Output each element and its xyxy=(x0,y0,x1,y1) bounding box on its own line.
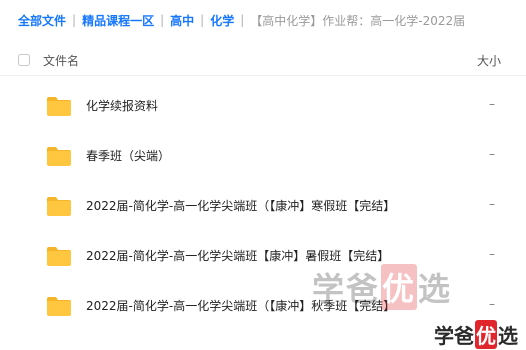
breadcrumb-separator: | xyxy=(160,13,165,27)
file-size: – xyxy=(489,247,495,261)
file-browser: 全部文件 | 精品课程一区 | 高中 | 化学 | 【高中化学】作业帮：高一化学… xyxy=(0,0,526,350)
folder-icon xyxy=(47,247,71,266)
folder-icon xyxy=(47,97,71,116)
breadcrumb-separator: | xyxy=(240,13,245,27)
column-header-size[interactable]: 大小 xyxy=(477,52,501,69)
file-size: – xyxy=(489,147,495,161)
breadcrumb-all-files[interactable]: 全部文件 xyxy=(18,12,66,29)
file-row[interactable]: 化学续报资料 – xyxy=(0,81,526,131)
breadcrumb-current-folder: 【高中化学】作业帮：高一化学-2022届 xyxy=(250,13,466,28)
breadcrumb: 全部文件 | 精品课程一区 | 高中 | 化学 | 【高中化学】作业帮：高一化学… xyxy=(18,10,518,30)
file-name[interactable]: 2022届-简化学-高一化学尖端班（【康冲】秋季班【完结】 xyxy=(86,297,395,314)
select-all-checkbox[interactable] xyxy=(18,54,30,66)
file-name[interactable]: 春季班（尖端） xyxy=(86,147,170,164)
column-header-name[interactable]: 文件名 xyxy=(43,52,79,69)
file-size: – xyxy=(489,97,495,111)
file-row[interactable]: 春季班（尖端） – xyxy=(0,131,526,181)
file-size: – xyxy=(489,297,495,311)
breadcrumb-chemistry[interactable]: 化学 xyxy=(210,12,234,29)
file-list-header: 文件名 大小 xyxy=(0,47,526,76)
breadcrumb-separator: | xyxy=(72,13,77,27)
file-row[interactable]: 2022届-简化学-高一化学尖端班（【康冲】秋季班【完结】 – xyxy=(0,281,526,331)
breadcrumb-premium-courses[interactable]: 精品课程一区 xyxy=(82,12,154,29)
breadcrumb-separator: | xyxy=(200,13,205,27)
file-name[interactable]: 2022届-简化学-高一化学尖端班（【康冲】寒假班【完结】 xyxy=(86,197,395,214)
file-size: – xyxy=(489,197,495,211)
file-name[interactable]: 化学续报资料 xyxy=(86,97,158,114)
file-name[interactable]: 2022届-简化学-高一化学尖端班【康冲】暑假班【完结】 xyxy=(86,247,389,264)
folder-icon xyxy=(47,197,71,216)
breadcrumb-high-school[interactable]: 高中 xyxy=(170,12,194,29)
folder-icon xyxy=(47,147,71,166)
file-row[interactable]: 2022届-简化学-高一化学尖端班【康冲】暑假班【完结】 – xyxy=(0,231,526,281)
folder-icon xyxy=(47,297,71,316)
file-row[interactable]: 2022届-简化学-高一化学尖端班（【康冲】寒假班【完结】 – xyxy=(0,181,526,231)
